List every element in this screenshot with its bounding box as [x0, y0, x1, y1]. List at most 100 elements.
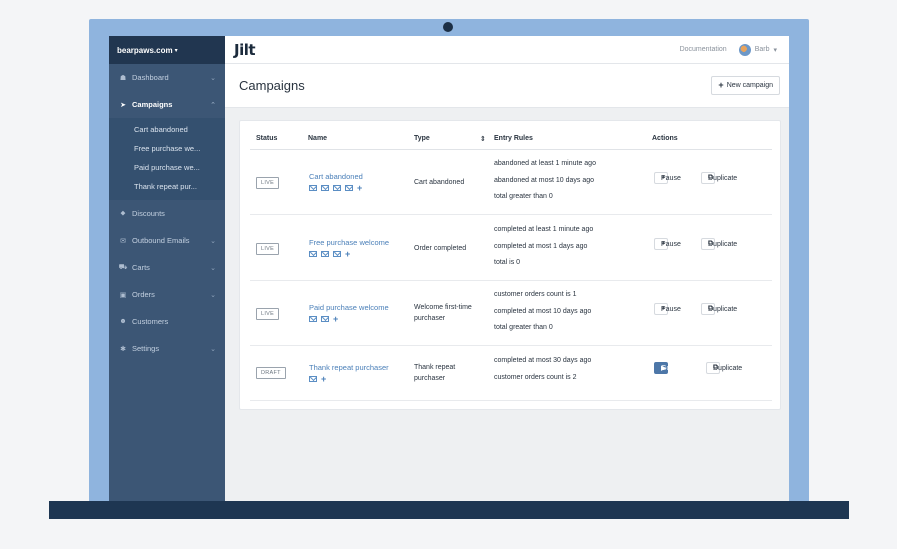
subnav-item-cart-abandoned[interactable]: Cart abandoned	[109, 120, 225, 139]
account-name: bearpaws.com	[117, 45, 173, 55]
pause-button[interactable]: ⏸ Pause	[654, 172, 681, 184]
sidebar-item-campaigns[interactable]: ➤ Campaigns ⌃	[109, 91, 225, 118]
envelope-icon: ✉	[120, 237, 126, 245]
tag-icon: ⬥	[120, 209, 126, 217]
sidebar-item-label: Carts	[132, 263, 150, 272]
subnav-item-paid-purchase[interactable]: Paid purchase we...	[109, 158, 225, 177]
status-badge: DRAFT	[256, 367, 286, 379]
dashboard-icon: ☗	[119, 74, 127, 82]
avatar	[738, 43, 751, 56]
sidebar-nav: ☗ Dashboard ⌄ ➤ Campaigns ⌃ Cart abandon…	[109, 64, 225, 362]
caret-down-icon: ▾	[174, 47, 178, 54]
app-logo[interactable]: Jilt	[234, 41, 256, 59]
sidebar-item-label: Customers	[132, 317, 169, 326]
entry-rule: completed at most 1 days ago	[494, 243, 588, 250]
sidebar-item-orders[interactable]: ▣ Orders ⌄	[109, 281, 225, 308]
campaign-type: Cart abandoned	[414, 179, 465, 186]
chevron-down-icon: ⌄	[210, 291, 216, 299]
pause-button[interactable]: ⏸ Pause	[654, 238, 681, 250]
new-campaign-button[interactable]: + New campaign	[711, 76, 780, 95]
chevron-up-icon: ⌃	[210, 101, 216, 109]
duplicate-button[interactable]: ⧉ Duplicate	[701, 303, 737, 315]
entry-rule: total greater than 0	[494, 324, 553, 331]
campaign-type: Welcome first-time purchaser	[414, 304, 472, 322]
campaign-name-link[interactable]: Free purchase welcome	[309, 238, 389, 247]
button-label: Go Live	[661, 364, 686, 372]
page-title: Campaigns	[239, 78, 305, 93]
entry-rule: completed at least 1 minute ago	[494, 226, 594, 233]
pause-button[interactable]: ⏸ Pause	[654, 303, 681, 315]
envelope-icon[interactable]	[309, 185, 317, 191]
chevron-down-icon: ⌄	[210, 345, 216, 353]
plus-icon: +	[718, 80, 724, 90]
add-email-icon[interactable]: +	[345, 250, 350, 259]
envelope-icon[interactable]	[333, 251, 341, 257]
table-row: LIVE Paid purchase welcome + Welcome fir…	[250, 281, 772, 346]
envelope-icon[interactable]	[309, 251, 317, 257]
table-row: LIVE Cart abandoned + Cart abandoned aba…	[250, 150, 772, 215]
entry-rule: completed at most 10 days ago	[494, 308, 592, 315]
email-icons: +	[309, 250, 350, 259]
duplicate-button[interactable]: ⧉ Duplicate	[706, 362, 742, 374]
button-label: Duplicate	[708, 240, 738, 248]
duplicate-button[interactable]: ⧉ Duplicate	[701, 172, 737, 184]
sidebar-item-label: Orders	[132, 290, 155, 299]
sidebar-item-label: Dashboard	[132, 73, 169, 82]
subnav-item-free-purchase[interactable]: Free purchase we...	[109, 139, 225, 158]
campaigns-subnav: Cart abandoned Free purchase we... Paid …	[109, 118, 225, 200]
email-icons: +	[309, 184, 362, 193]
add-email-icon[interactable]: +	[333, 315, 338, 324]
envelope-icon[interactable]	[333, 185, 341, 191]
envelope-icon[interactable]	[309, 316, 317, 322]
campaign-name-link[interactable]: Cart abandoned	[309, 172, 363, 181]
duplicate-button[interactable]: ⧉ Duplicate	[701, 238, 737, 250]
button-label: Pause	[661, 240, 681, 248]
envelope-icon[interactable]	[309, 376, 317, 382]
sidebar-item-label: Campaigns	[132, 100, 173, 109]
column-name: Name	[308, 135, 328, 142]
sidebar-item-dashboard[interactable]: ☗ Dashboard ⌄	[109, 64, 225, 91]
sidebar-item-label: Discounts	[132, 209, 165, 218]
sidebar-item-settings[interactable]: ✱ Settings ⌄	[109, 335, 225, 362]
status-badge: LIVE	[256, 308, 280, 320]
camera-dot	[443, 22, 453, 32]
cart-icon: ⛟	[118, 264, 128, 271]
email-icons: +	[309, 375, 326, 384]
envelope-icon[interactable]	[321, 185, 329, 191]
campaign-type: Order completed	[414, 245, 467, 252]
add-email-icon[interactable]: +	[357, 184, 362, 193]
sidebar-item-label: Settings	[132, 344, 160, 353]
sidebar-item-label: Outbound Emails	[132, 236, 190, 245]
button-label: Duplicate	[713, 364, 743, 372]
sort-icon[interactable]: ⇕	[480, 135, 486, 143]
envelope-icon[interactable]	[321, 316, 329, 322]
paper-plane-icon: ➤	[120, 101, 126, 109]
envelope-icon[interactable]	[345, 185, 353, 191]
status-badge: LIVE	[256, 243, 280, 255]
new-campaign-label: New campaign	[726, 82, 773, 89]
subnav-item-thank-repeat[interactable]: Thank repeat pur...	[109, 177, 225, 196]
user-menu[interactable]: Barb ▾	[738, 43, 777, 56]
sidebar-item-outbound-emails[interactable]: ✉ Outbound Emails ⌄	[109, 227, 225, 254]
topbar-right: Documentation Barb ▾	[680, 43, 777, 56]
add-email-icon[interactable]: +	[321, 375, 326, 384]
account-switcher[interactable]: bearpaws.com ▾	[109, 36, 225, 64]
laptop-base	[49, 501, 849, 519]
entry-rule: abandoned at most 10 days ago	[494, 177, 595, 184]
chevron-down-icon: ⌄	[210, 74, 216, 82]
button-label: Pause	[661, 305, 681, 313]
user-name: Barb	[754, 46, 770, 53]
documentation-link[interactable]: Documentation	[680, 46, 727, 53]
envelope-icon[interactable]	[321, 251, 329, 257]
go-live-button[interactable]: ▶ Go Live	[654, 362, 685, 374]
sidebar-item-discounts[interactable]: ⬥ Discounts	[109, 200, 225, 227]
laptop-mockup: bearpaws.com ▾ ☗ Dashboard ⌄ ➤ Campaigns…	[0, 0, 897, 549]
campaign-name-link[interactable]: Thank repeat purchaser	[309, 363, 389, 372]
sidebar-item-carts[interactable]: ⛟ Carts ⌄	[109, 254, 225, 281]
status-badge: LIVE	[256, 177, 280, 189]
campaign-name-link[interactable]: Paid purchase welcome	[309, 303, 389, 312]
entry-rule: completed at most 30 days ago	[494, 357, 592, 364]
gear-icon: ✱	[120, 345, 126, 353]
sidebar-item-customers[interactable]: ☻ Customers	[109, 308, 225, 335]
button-label: Pause	[661, 174, 681, 182]
